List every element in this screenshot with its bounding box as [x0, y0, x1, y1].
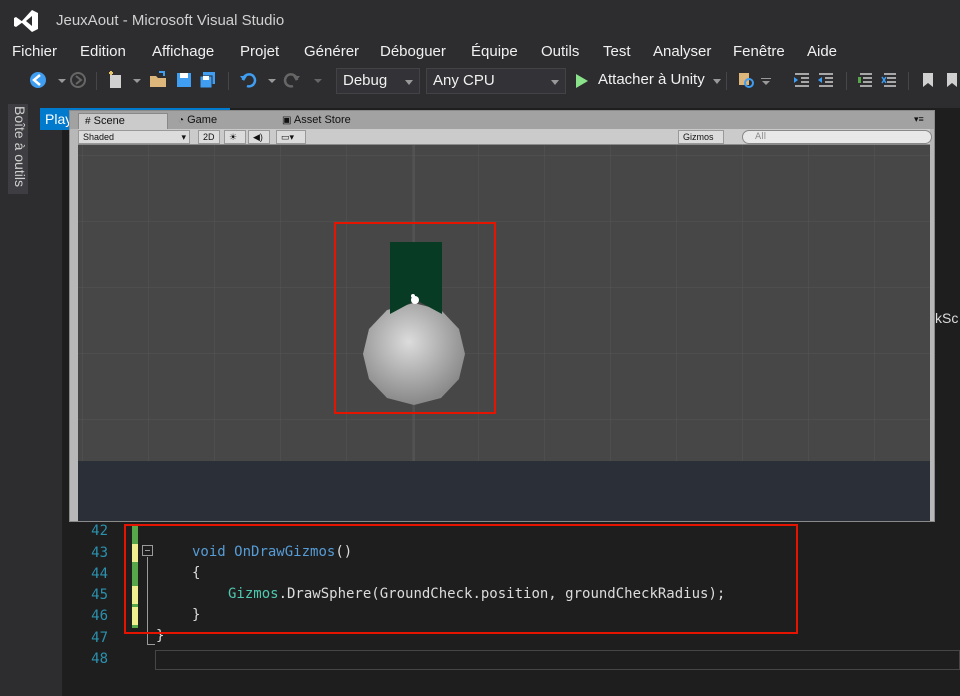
- tab-asset-store-label: Asset Store: [293, 114, 351, 126]
- menu-generer[interactable]: Générer: [304, 43, 359, 60]
- save-icon[interactable]: [174, 70, 194, 90]
- navigate-back-icon[interactable]: [28, 70, 48, 90]
- grid-icon: #: [85, 116, 91, 127]
- mode-2d-toggle[interactable]: 2D: [198, 130, 220, 144]
- chevron-down-icon: [713, 79, 721, 84]
- unity-tab-bar: # Scene ◔ Game ▣ Asset Store ▾≡: [70, 111, 934, 129]
- line-number: 45: [91, 587, 108, 603]
- next-bookmark-icon[interactable]: [942, 70, 960, 90]
- attach-label: Attacher à Unity: [598, 71, 705, 88]
- platform-value: Any CPU: [433, 72, 495, 89]
- window-menu-icon[interactable]: ▾≡: [908, 113, 930, 129]
- toolbar-separator: [726, 72, 727, 90]
- find-in-files-icon[interactable]: [736, 70, 756, 90]
- gizmos-dropdown[interactable]: Gizmos ▾: [678, 130, 724, 154]
- scene-view[interactable]: [78, 145, 930, 461]
- solution-platform-dropdown[interactable]: Any CPU: [426, 68, 566, 94]
- undo-icon[interactable]: [238, 70, 258, 90]
- pacman-icon: ◔: [178, 115, 185, 126]
- toolbar-separator: [908, 72, 909, 90]
- chevron-down-icon[interactable]: [308, 70, 328, 90]
- outdent-icon[interactable]: [792, 70, 812, 90]
- window-title: JeuxAout - Microsoft Visual Studio: [56, 12, 285, 29]
- line-number: 47: [91, 630, 108, 646]
- line-number: 43: [91, 545, 108, 561]
- play-icon: [576, 74, 588, 88]
- line-number: 42: [91, 523, 108, 539]
- line-number: 48: [91, 651, 108, 667]
- chevron-down-icon[interactable]: [262, 70, 282, 90]
- tab-scene-label: Scene: [93, 115, 125, 127]
- menu-aide[interactable]: Aide: [807, 43, 837, 60]
- tab-game[interactable]: ◔ Game: [172, 113, 223, 129]
- new-project-icon[interactable]: [106, 70, 126, 90]
- sun-icon[interactable]: ☀: [224, 130, 246, 144]
- menu-deboguer[interactable]: Déboguer: [380, 43, 446, 60]
- solution-configuration-dropdown[interactable]: Debug: [336, 68, 420, 94]
- redo-icon[interactable]: [282, 70, 302, 90]
- shading-mode-dropdown[interactable]: Shaded ▾: [78, 130, 190, 144]
- menu-analyser[interactable]: Analyser: [653, 43, 711, 60]
- scene-footer: [78, 461, 930, 521]
- chevron-down-icon[interactable]: [127, 70, 147, 90]
- hierarchy-search-input[interactable]: All: [742, 130, 932, 144]
- tab-asset-store[interactable]: ▣ Asset Store: [276, 113, 357, 129]
- open-folder-icon[interactable]: [148, 70, 168, 90]
- audio-icon[interactable]: ◀): [248, 130, 270, 144]
- save-all-icon[interactable]: [198, 70, 218, 90]
- menu-projet[interactable]: Projet: [240, 43, 279, 60]
- scene-grid: [78, 145, 930, 461]
- current-line-highlight: [155, 650, 960, 670]
- title-bar: JeuxAout - Microsoft Visual Studio: [0, 0, 960, 40]
- visual-studio-logo-icon: [14, 10, 38, 32]
- menu-test[interactable]: Test: [603, 43, 631, 60]
- menu-affichage[interactable]: Affichage: [152, 43, 214, 60]
- toolbar-separator: [228, 72, 229, 90]
- chevron-down-icon: [405, 80, 413, 85]
- comment-lines-icon[interactable]: [856, 70, 876, 90]
- menu-fenetre[interactable]: Fenêtre: [733, 43, 785, 60]
- store-icon: ▣: [282, 115, 292, 126]
- tab-game-label: Game: [187, 114, 218, 126]
- bookmark-icon[interactable]: [918, 70, 938, 90]
- outline-end: [147, 644, 155, 645]
- gizmos-label: Gizmos: [683, 132, 714, 142]
- uncomment-lines-icon[interactable]: [880, 70, 900, 90]
- highlight-box-code: [124, 524, 798, 634]
- toolbox-label[interactable]: Boîte à outils: [12, 106, 28, 187]
- scene-toolbar: Shaded ▾ 2D ☀ ◀) ▭▾ Gizmos ▾ All: [78, 129, 932, 154]
- menu-outils[interactable]: Outils: [541, 43, 579, 60]
- menu-fichier[interactable]: Fichier: [12, 43, 57, 60]
- menu-edition[interactable]: Edition: [80, 43, 126, 60]
- tab-scene[interactable]: # Scene: [78, 113, 168, 129]
- search-placeholder: All: [755, 132, 767, 142]
- navigate-forward-icon[interactable]: [68, 70, 88, 90]
- unity-scene-window: # Scene ◔ Game ▣ Asset Store ▾≡ Shaded ▾…: [69, 110, 935, 522]
- standard-toolbar: Debug Any CPU Attacher à Unity: [0, 66, 960, 96]
- chevron-down-icon: [551, 80, 559, 85]
- chevron-down-icon: ▾: [181, 132, 186, 142]
- configuration-value: Debug: [343, 72, 388, 89]
- shading-mode-value: Shaded: [83, 132, 115, 142]
- toolbar-separator: [96, 72, 97, 90]
- menu-bar: Fichier Edition Affichage Projet Générer…: [0, 40, 960, 64]
- line-number: 44: [91, 566, 108, 582]
- menu-equipe[interactable]: Équipe: [471, 43, 518, 60]
- highlight-box-scene: [334, 222, 496, 414]
- indent-icon[interactable]: [816, 70, 836, 90]
- image-effects-icon[interactable]: ▭▾: [276, 130, 306, 144]
- chevron-down-icon[interactable]: [756, 70, 776, 90]
- line-number: 46: [91, 608, 108, 624]
- toolbar-separator: [846, 72, 847, 90]
